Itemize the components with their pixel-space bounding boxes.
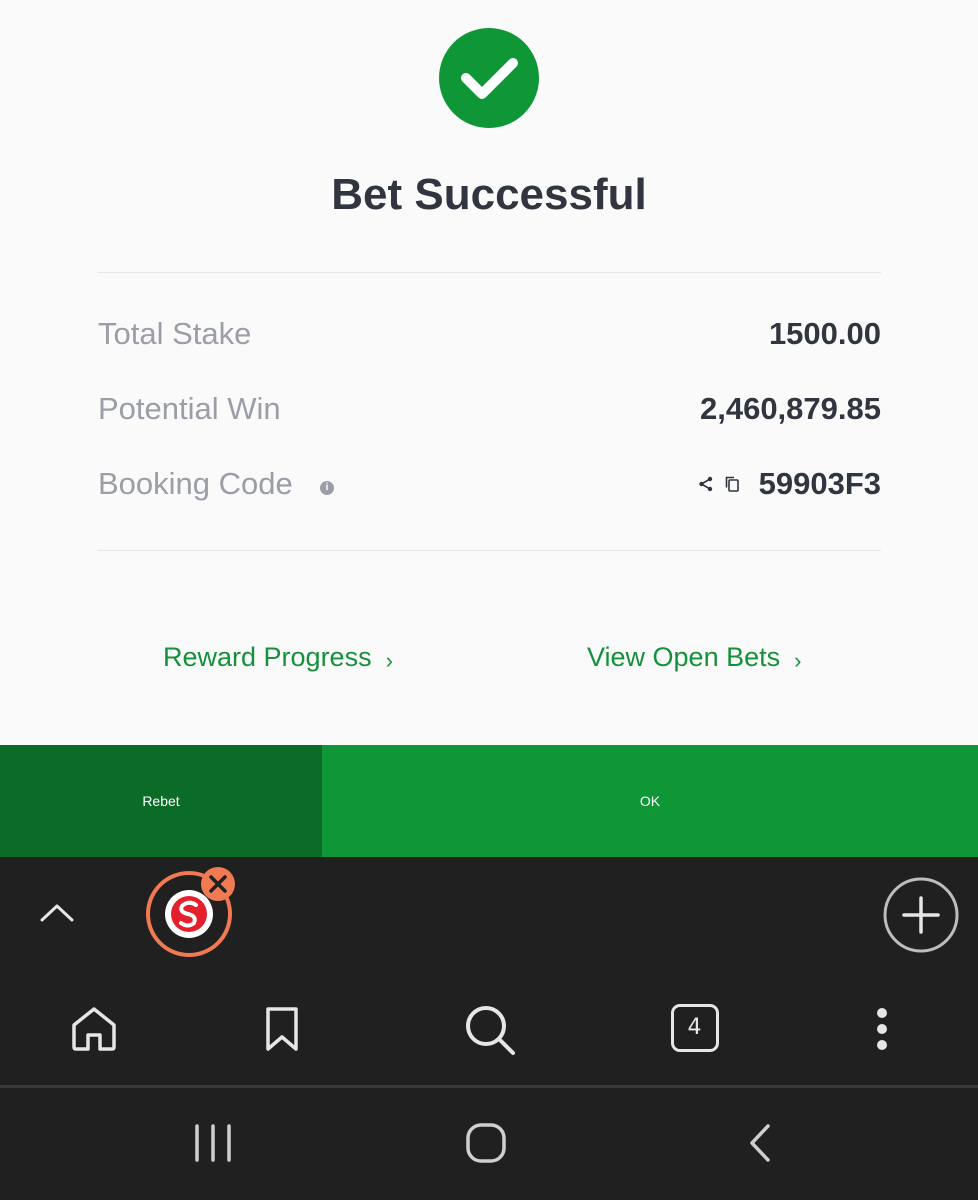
booking-code-value: 59903F3 [758, 466, 881, 501]
ok-button[interactable]: OK [322, 745, 978, 857]
recents-icon[interactable] [190, 1122, 236, 1164]
total-stake-value: 1500.00 [768, 316, 881, 351]
total-stake-row: Total Stake 1500.00 [98, 312, 881, 356]
view-open-bets-link[interactable]: View Open Bets › [587, 640, 801, 678]
page-title: Bet Successful [331, 170, 647, 219]
divider [98, 272, 881, 273]
reward-progress-link[interactable]: Reward Progress › [163, 640, 393, 678]
view-open-bets-label: View Open Bets [587, 642, 781, 672]
booking-code-label: Booking Code [98, 466, 293, 501]
copy-icon[interactable] [723, 475, 741, 493]
browser-toolbar: 4 [0, 857, 978, 1085]
potential-win-row: Potential Win 2,460,879.85 [98, 387, 881, 431]
reward-progress-label: Reward Progress [163, 642, 372, 672]
new-tab-plus-icon[interactable] [882, 876, 960, 954]
home-icon[interactable] [70, 1005, 118, 1053]
share-icon[interactable] [697, 475, 715, 493]
chevron-right-icon: › [794, 648, 802, 673]
info-icon[interactable]: i [320, 481, 334, 495]
bet-confirmation-panel: Bet Successful Total Stake 1500.00 Poten… [0, 0, 978, 745]
total-stake-label: Total Stake [98, 316, 252, 351]
chevron-up-icon[interactable] [36, 897, 78, 927]
back-icon[interactable] [744, 1122, 776, 1164]
success-check-icon [439, 28, 539, 128]
site-tab-icon[interactable] [144, 867, 244, 967]
chevron-right-icon: › [385, 648, 393, 673]
divider [98, 550, 881, 551]
home-circle-icon[interactable] [464, 1122, 508, 1164]
rebet-button[interactable]: Rebet [0, 745, 322, 857]
booking-code-row: Booking Code i 59903F3 [98, 462, 881, 506]
bookmark-icon[interactable] [262, 1005, 302, 1053]
tabs-icon[interactable]: 4 [671, 1004, 719, 1052]
search-icon[interactable] [463, 1003, 517, 1057]
more-vert-icon[interactable] [868, 1005, 896, 1053]
tab-count: 4 [687, 1014, 702, 1040]
potential-win-label: Potential Win [98, 391, 281, 426]
system-navigation-bar [0, 1088, 978, 1200]
potential-win-value: 2,460,879.85 [699, 391, 881, 426]
